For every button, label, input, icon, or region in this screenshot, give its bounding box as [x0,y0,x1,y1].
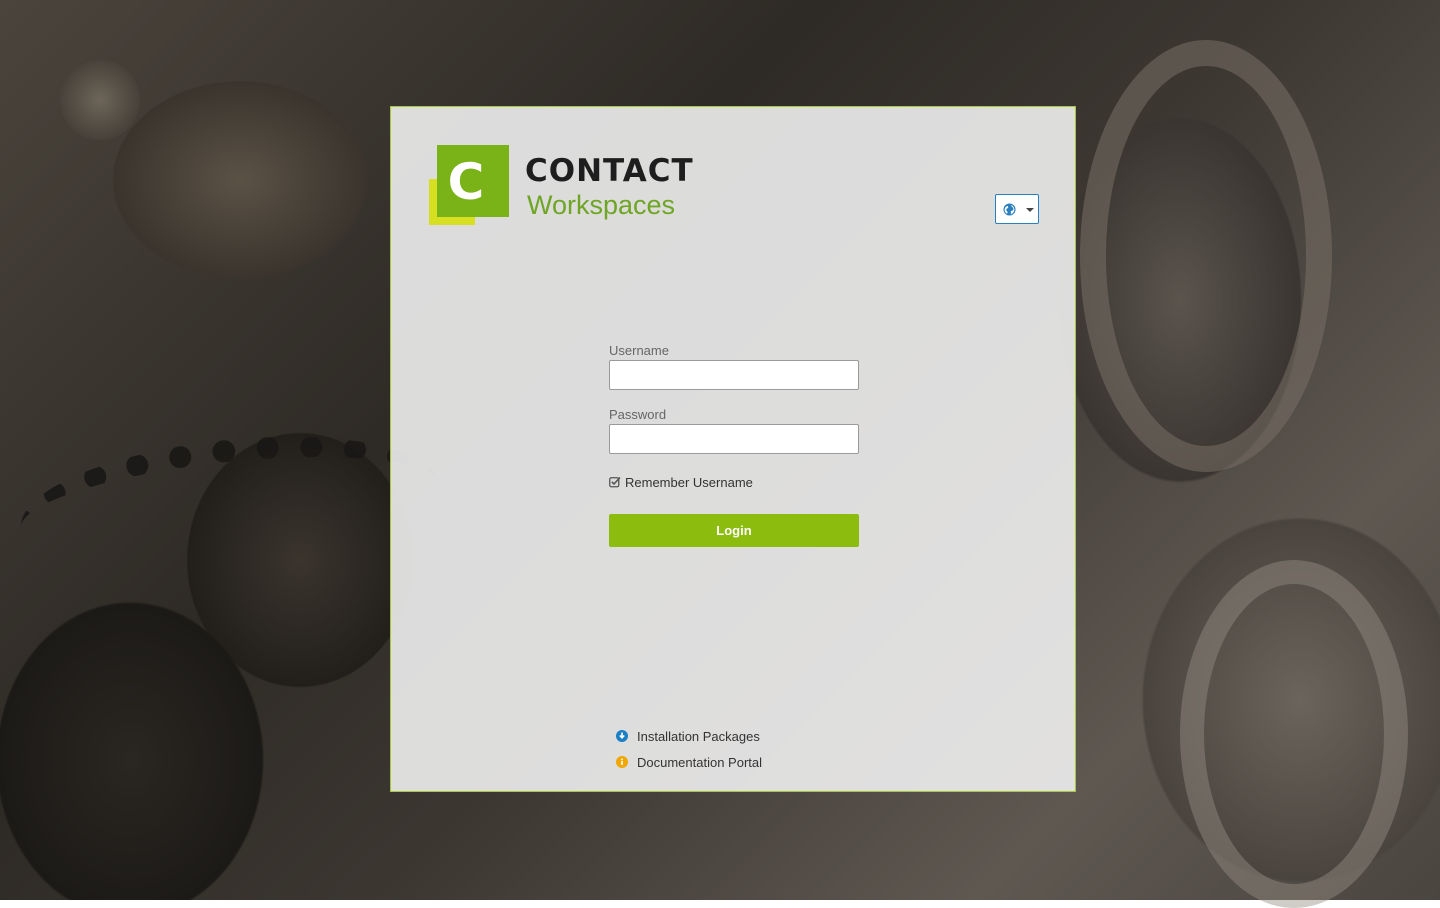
language-selector-button[interactable] [995,194,1039,224]
brand-name: CONTACT [525,153,694,189]
password-label: Password [609,407,667,422]
installation-packages-link[interactable]: Installation Packages [616,727,762,745]
caret-down-icon [1026,208,1034,212]
info-icon [616,756,628,768]
logo-letter: C [447,153,485,211]
bg-chain [14,418,446,594]
password-input[interactable] [609,424,859,454]
documentation-portal-link[interactable]: Documentation Portal [616,753,762,771]
username-label: Username [609,343,669,358]
bg-ring [1180,560,1408,908]
footer-links: Installation Packages Documentation Port… [616,727,762,779]
checkbox-checked-icon [609,476,621,488]
documentation-portal-label: Documentation Portal [637,754,763,770]
brand-logo: C CONTACT Workspaces [429,145,709,227]
remember-username-label: Remember Username [625,474,753,490]
bg-ring [1080,40,1332,472]
bg-bolt [60,60,140,140]
login-panel: C CONTACT Workspaces Username Password R… [390,106,1076,792]
remember-username-checkbox[interactable]: Remember Username [609,474,861,490]
username-input[interactable] [609,360,859,390]
login-form: Username Password Remember Username Logi… [609,343,861,547]
product-name: Workspaces [527,190,676,220]
installation-packages-label: Installation Packages [637,728,760,744]
login-button[interactable]: Login [609,514,859,547]
globe-icon [1003,203,1016,216]
download-icon [616,730,628,742]
